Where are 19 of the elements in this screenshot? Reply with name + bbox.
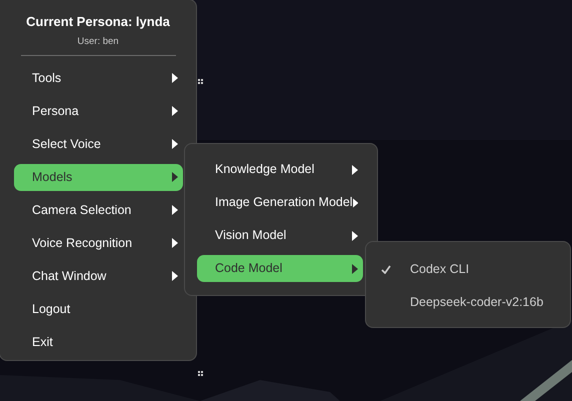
menu-item[interactable]: Tools — [14, 64, 183, 92]
menu-item[interactable]: Logout — [14, 296, 183, 323]
menu-item[interactable]: Knowledge Model — [197, 156, 363, 183]
menu-item[interactable]: Code Model — [197, 255, 363, 282]
menu-title: Current Persona: lynda — [25, 13, 171, 31]
menu-item[interactable]: Image Generation Model — [197, 189, 363, 216]
menu-item[interactable]: Codex CLI — [366, 256, 570, 283]
user-label: User: ben — [76, 34, 120, 48]
menu-item[interactable]: Deepseek-coder-v2:16b — [366, 289, 570, 316]
menu-item[interactable]: Chat Window — [14, 262, 183, 290]
menu-item[interactable]: Camera Selection — [14, 196, 183, 224]
menu-item[interactable]: Voice Recognition — [14, 230, 183, 257]
menu-item[interactable]: Vision Model — [197, 222, 363, 249]
menu-item[interactable]: Models — [14, 164, 183, 191]
menu-item[interactable]: Persona — [14, 98, 183, 125]
menu-item[interactable]: Exit — [14, 328, 183, 356]
menu-item[interactable]: Select Voice — [14, 130, 183, 158]
grip-icon[interactable] — [198, 371, 203, 376]
grip-icon[interactable] — [198, 79, 203, 84]
